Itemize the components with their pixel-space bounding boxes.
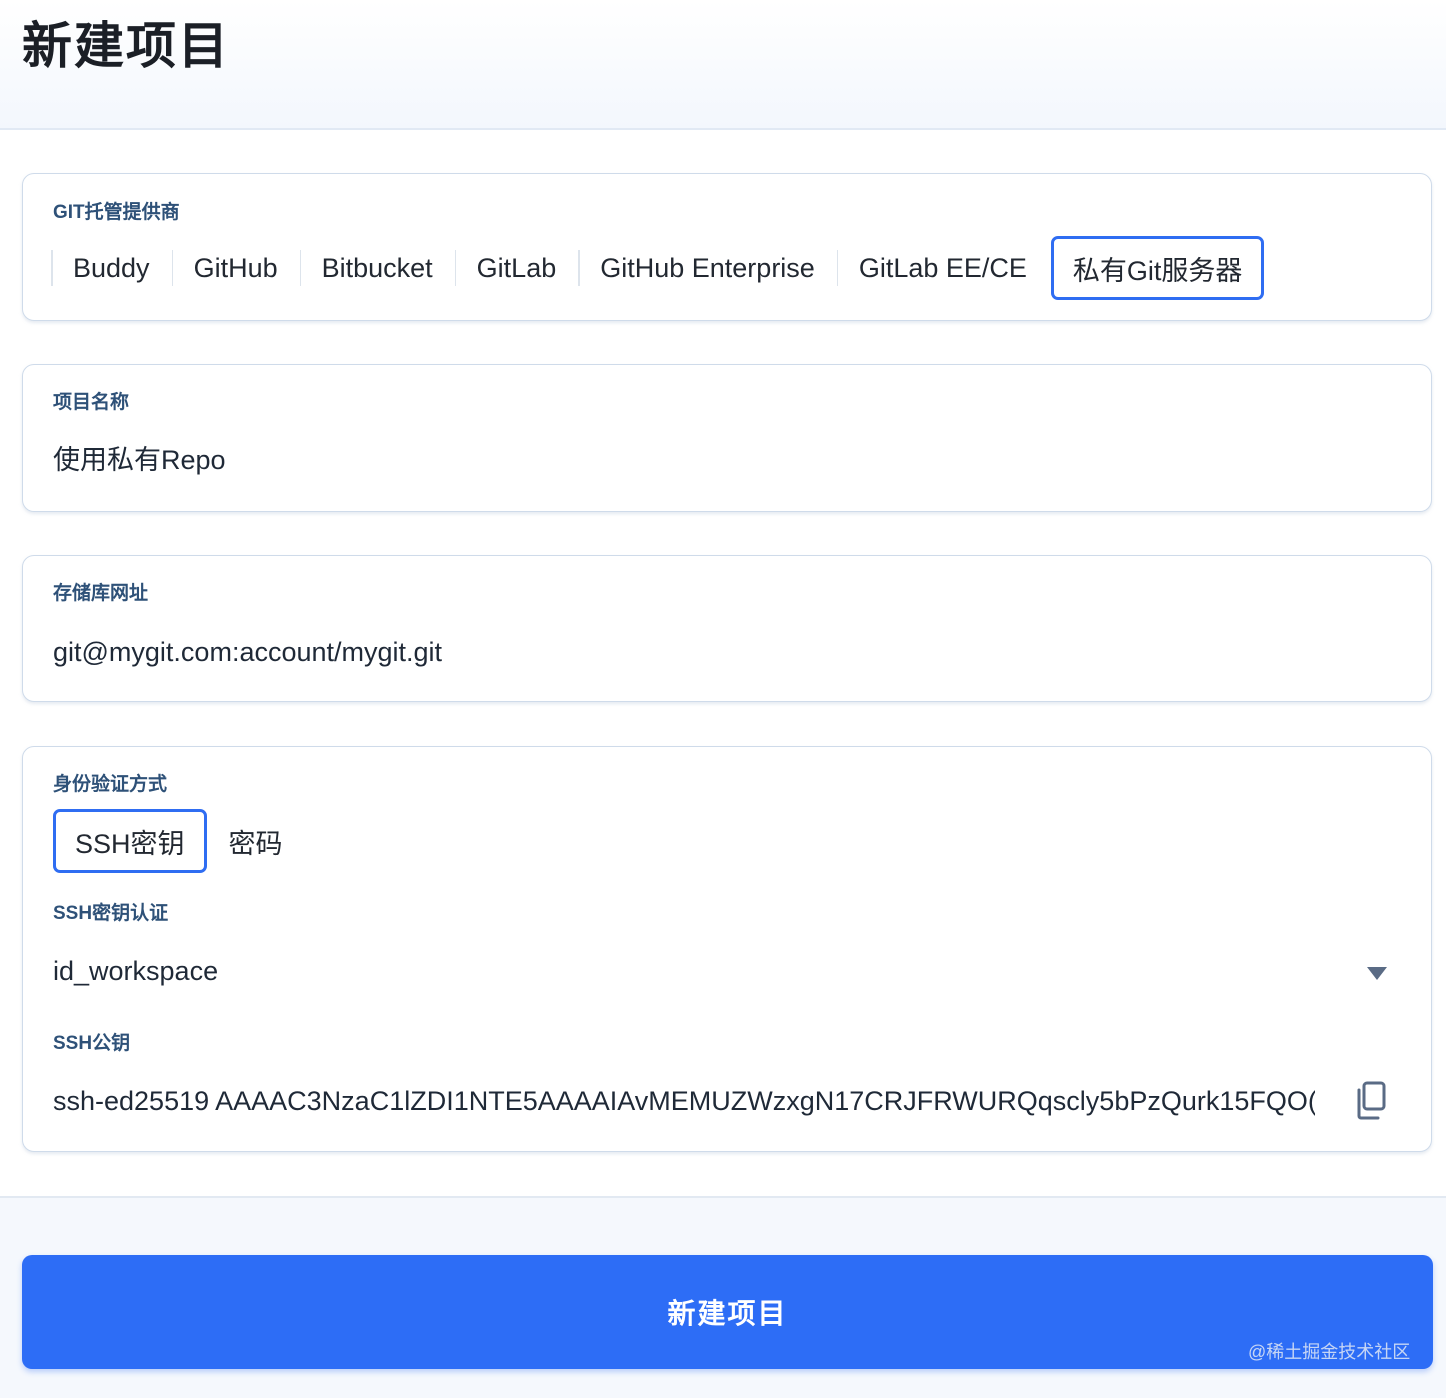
page-header: 新建项目 bbox=[0, 0, 1446, 130]
tab-password[interactable]: 密码 bbox=[207, 809, 305, 873]
repo-url-label: 存储库网址 bbox=[53, 583, 149, 604]
auth-card: 身份验证方式 SSH密钥 密码 SSH密钥认证 id_workspace SSH… bbox=[22, 746, 1432, 1152]
tab-github[interactable]: GitHub bbox=[171, 236, 300, 300]
auth-tabs: SSH密钥 密码 bbox=[53, 809, 305, 873]
ssh-key-label: SSH密钥认证 bbox=[53, 903, 169, 924]
public-key-value[interactable]: ssh-ed25519 AAAAC3NzaC1lZDI1NTE5AAAAIAvM… bbox=[53, 1083, 1315, 1119]
project-name-card: 项目名称 使用私有Repo bbox=[22, 364, 1432, 512]
ssh-key-select[interactable]: id_workspace bbox=[53, 953, 218, 989]
copy-icon[interactable] bbox=[1353, 1081, 1389, 1121]
provider-card: GIT托管提供商 Buddy GitHub Bitbucket GitLab G… bbox=[22, 173, 1432, 321]
provider-label: GIT托管提供商 bbox=[53, 202, 180, 223]
tab-private-git-server[interactable]: 私有Git服务器 bbox=[1050, 236, 1265, 300]
repo-url-input[interactable]: git@mygit.com:account/mygit.git bbox=[53, 634, 442, 670]
public-key-field: ssh-ed25519 AAAAC3NzaC1lZDI1NTE5AAAAIAvM… bbox=[53, 1083, 1315, 1119]
project-name-label: 项目名称 bbox=[53, 392, 130, 413]
create-project-button[interactable]: 新建项目 bbox=[22, 1255, 1433, 1369]
tab-ssh-key[interactable]: SSH密钥 bbox=[53, 809, 207, 873]
watermark: @稀土掘金技术社区 bbox=[1248, 1342, 1411, 1362]
tab-bitbucket[interactable]: Bitbucket bbox=[299, 236, 455, 300]
provider-tabs: Buddy GitHub Bitbucket GitLab GitHub Ent… bbox=[51, 236, 1265, 300]
public-key-label: SSH公钥 bbox=[53, 1033, 131, 1054]
chevron-down-icon[interactable] bbox=[1367, 967, 1387, 980]
tab-buddy[interactable]: Buddy bbox=[51, 236, 172, 300]
tab-github-enterprise[interactable]: GitHub Enterprise bbox=[578, 236, 837, 300]
page-title: 新建项目 bbox=[22, 18, 230, 74]
tab-gitlab[interactable]: GitLab bbox=[454, 236, 579, 300]
tab-gitlab-ee-ce[interactable]: GitLab EE/CE bbox=[836, 236, 1049, 300]
repo-url-card: 存储库网址 git@mygit.com:account/mygit.git bbox=[22, 555, 1432, 702]
project-name-input[interactable]: 使用私有Repo bbox=[53, 442, 226, 478]
auth-method-label: 身份验证方式 bbox=[53, 774, 168, 795]
